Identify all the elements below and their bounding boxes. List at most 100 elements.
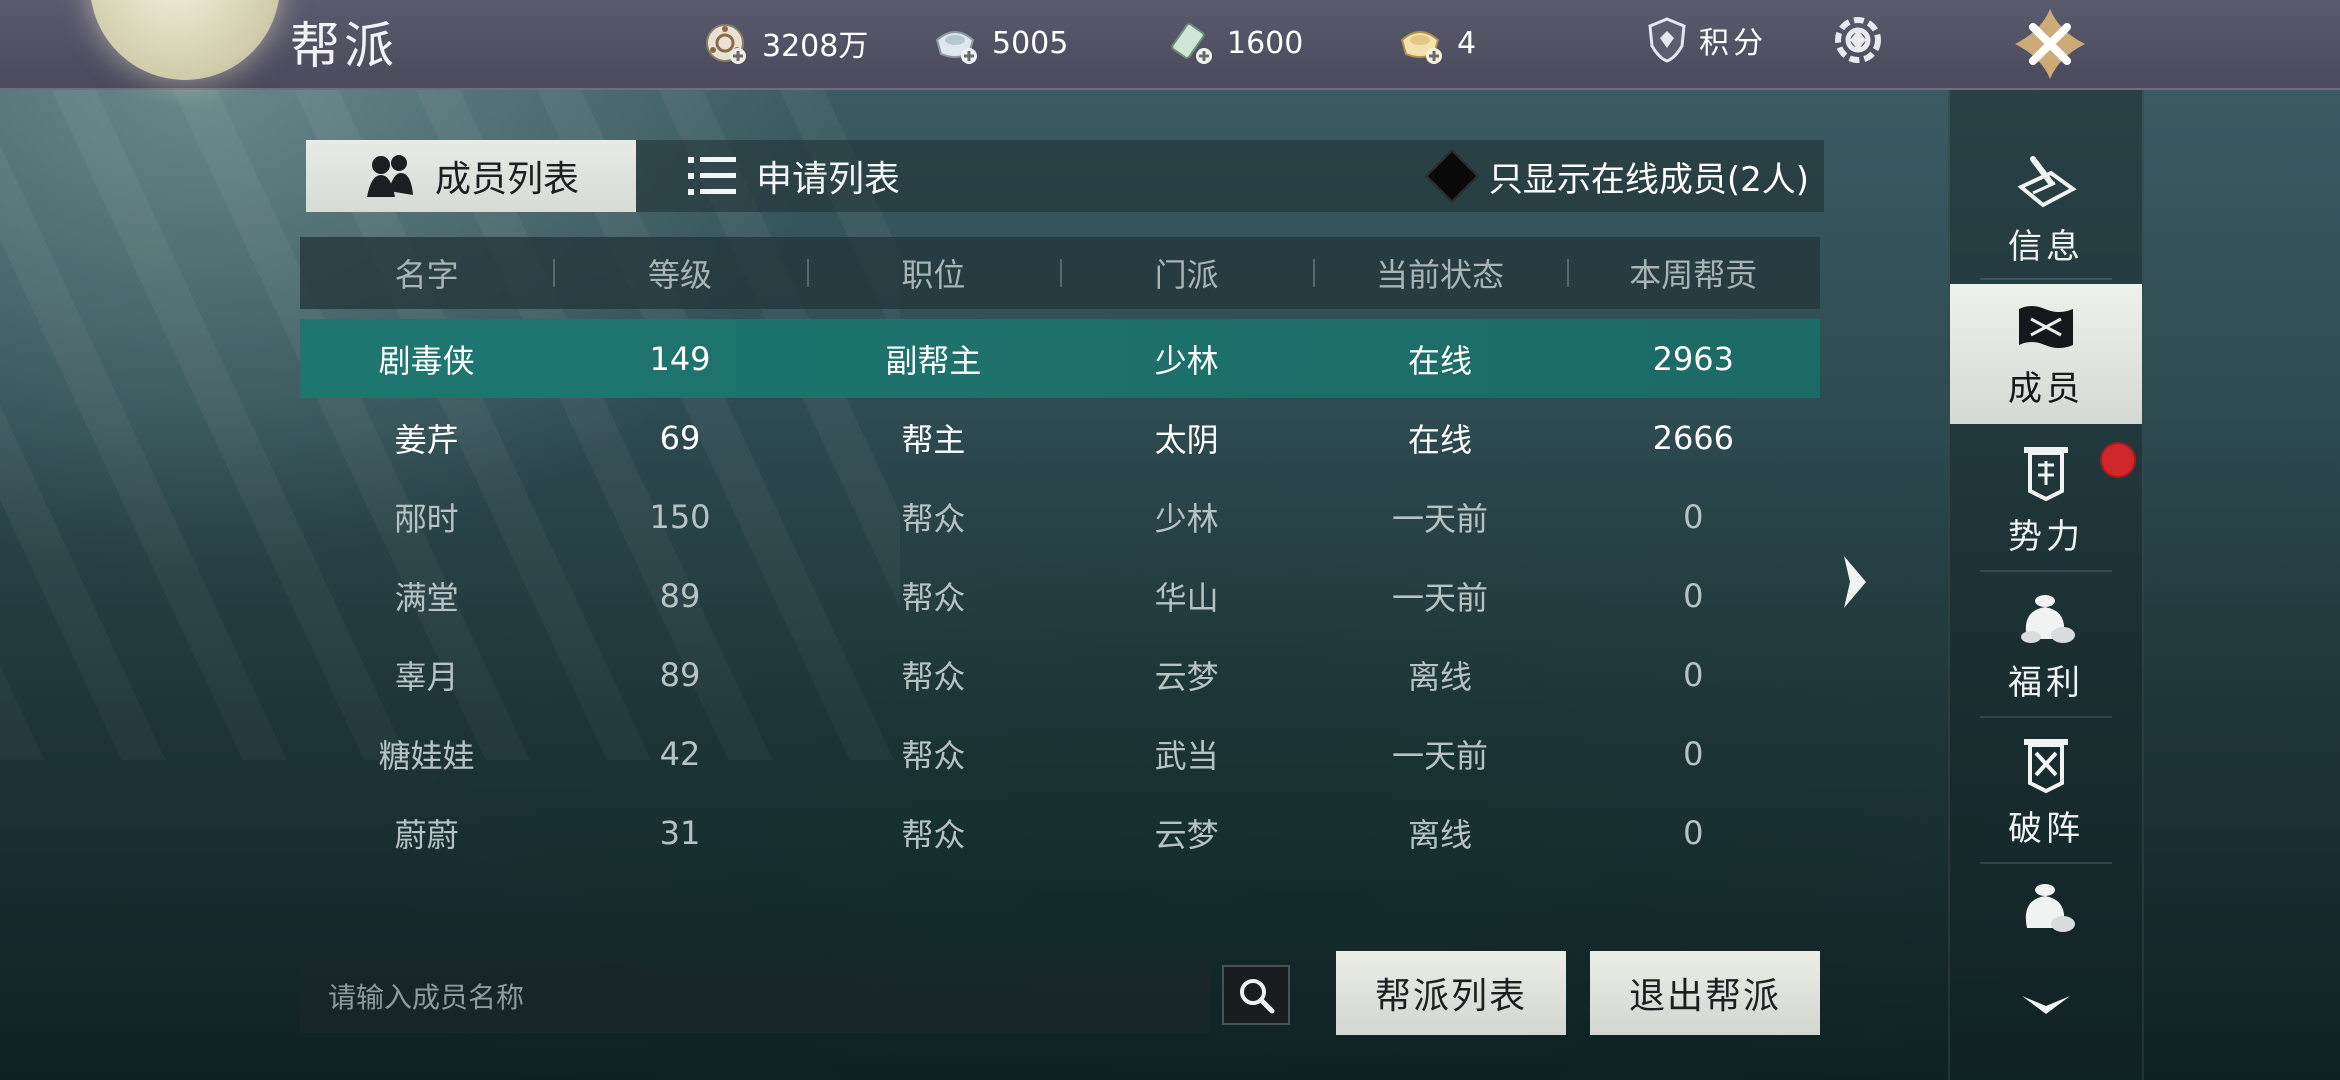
cell-sect: 少林	[1154, 499, 1219, 538]
money-bag-icon	[2021, 594, 2075, 643]
crossed-swords-icon	[2024, 738, 2068, 793]
page-title: 帮派	[290, 17, 398, 75]
cell-contribution: 0	[1683, 497, 1704, 536]
cell-role: 副帮主	[885, 341, 982, 380]
sidebar-item-welfare[interactable]: 福利	[1950, 576, 2142, 716]
cell-role: 帮众	[901, 736, 966, 775]
cell-status: 一天前	[1391, 736, 1488, 775]
tab-member-list[interactable]: 成员列表	[306, 140, 636, 212]
resource-jade[interactable]: 1600	[1165, 18, 1303, 68]
cell-contribution: 0	[1683, 734, 1704, 773]
cell-level: 89	[659, 576, 701, 615]
chevron-right-icon	[1844, 556, 1866, 608]
search-button[interactable]	[1222, 965, 1290, 1025]
member-search-box	[300, 961, 1210, 1033]
tab-member-list-label: 成员列表	[434, 159, 579, 200]
table-row[interactable]: 邴时 150 帮众 少林 一天前 0	[300, 477, 1820, 556]
coin-reel-icon	[700, 18, 750, 68]
checkbox-diamond-icon	[1424, 149, 1479, 203]
member-search-input[interactable]	[326, 979, 1190, 1015]
scroll-pen-icon	[2017, 155, 2077, 207]
next-page-arrow[interactable]	[1840, 552, 1870, 612]
sidebar-item-label: 成员	[2008, 368, 2084, 409]
sidebar-item-members[interactable]: 成员	[1950, 284, 2142, 424]
resource-gold-value: 4	[1457, 25, 1477, 61]
cell-level: 150	[649, 497, 711, 536]
tab-bar: 成员列表 申请列表 只显示在线成员(2人)	[306, 140, 1824, 212]
cell-name: 辜月	[394, 657, 459, 696]
cell-contribution: 0	[1683, 576, 1704, 615]
col-header-name[interactable]: 名字	[300, 237, 553, 309]
settings-gear-button[interactable]	[1828, 10, 1888, 70]
search-icon	[1240, 979, 1275, 1014]
cell-sect: 云梦	[1154, 657, 1219, 696]
cell-name: 蔚蔚	[394, 815, 459, 854]
table-row[interactable]: 姜芹 69 帮主 太阴 在线 2666	[300, 398, 1820, 477]
col-header-contribution[interactable]: 本周帮贡	[1566, 237, 1820, 309]
col-header-level[interactable]: 等级	[553, 237, 806, 309]
close-icon	[2015, 9, 2085, 79]
money-bag-icon	[2025, 884, 2075, 932]
gear-icon	[1835, 17, 1881, 63]
cell-contribution: 0	[1683, 813, 1704, 852]
right-sidebar: 信息 成员 势力 福利 破阵	[1948, 90, 2144, 1080]
notification-badge	[2100, 442, 2136, 478]
faction-banner-icon	[2024, 446, 2068, 501]
cell-role: 帮众	[901, 499, 966, 538]
table-row[interactable]: 糖娃娃 42 帮众 武当 一天前 0	[300, 714, 1820, 793]
cell-sect: 华山	[1154, 578, 1219, 617]
col-header-role[interactable]: 职位	[806, 237, 1060, 309]
scroll-down-chevron[interactable]	[2018, 990, 2074, 1020]
cell-status: 在线	[1407, 420, 1472, 459]
cell-role: 帮主	[901, 420, 966, 459]
cell-sect: 太阴	[1154, 420, 1219, 459]
cell-role: 帮众	[901, 578, 966, 617]
divider	[1980, 570, 2112, 572]
gold-ingot-icon	[1395, 18, 1445, 68]
cell-name: 满堂	[394, 578, 459, 617]
col-header-sect[interactable]: 门派	[1059, 237, 1313, 309]
online-only-label: 只显示在线成员(2人)	[1488, 159, 1809, 200]
resource-coins-value: 3208万	[762, 29, 869, 64]
table-row[interactable]: 剧毒侠 149 副帮主 少林 在线 2963	[300, 319, 1820, 398]
resource-silver-value: 5005	[992, 25, 1069, 61]
resource-silver[interactable]: 5005	[930, 18, 1068, 68]
resource-jade-value: 1600	[1227, 25, 1304, 61]
sidebar-item-label: 势力	[2008, 516, 2084, 557]
cell-status: 离线	[1407, 815, 1472, 854]
close-button[interactable]	[2000, 0, 2100, 88]
cell-sect: 少林	[1154, 341, 1219, 380]
members-icon	[366, 155, 413, 197]
table-row[interactable]: 满堂 89 帮众 华山 一天前 0	[300, 556, 1820, 635]
cell-status: 在线	[1407, 341, 1472, 380]
sidebar-item-faction[interactable]: 势力	[1950, 430, 2142, 570]
cell-role: 帮众	[901, 815, 966, 854]
cell-contribution: 2666	[1652, 418, 1735, 457]
chevron-down-icon	[2022, 996, 2070, 1014]
resource-gold[interactable]: 4	[1395, 18, 1476, 68]
table-row[interactable]: 蔚蔚 31 帮众 云梦 离线 0	[300, 793, 1820, 872]
guild-list-button[interactable]: 帮派列表	[1336, 951, 1566, 1035]
sidebar-item-partial[interactable]	[1950, 868, 2142, 958]
member-table-body: 剧毒侠 149 副帮主 少林 在线 2963 姜芹 69 帮主 太阴 在线 26…	[300, 319, 1820, 872]
cell-level: 31	[659, 813, 701, 852]
cell-contribution: 0	[1683, 655, 1704, 694]
col-header-status[interactable]: 当前状态	[1313, 237, 1566, 309]
divider	[1980, 278, 2112, 280]
resource-coins[interactable]: 3208万	[700, 18, 868, 68]
leave-guild-button[interactable]: 退出帮派	[1590, 951, 1820, 1035]
cell-level: 89	[659, 655, 701, 694]
divider	[1980, 716, 2112, 718]
cell-sect: 武当	[1154, 736, 1219, 775]
cell-level: 149	[649, 339, 711, 378]
top-bar: 帮派 3208万 5005 1600 4 积分	[0, 0, 2340, 90]
online-only-toggle[interactable]: 只显示在线成员(2人)	[1424, 149, 1809, 203]
sidebar-item-info[interactable]: 信息	[1950, 140, 2142, 280]
sidebar-item-label: 福利	[2008, 662, 2084, 703]
sidebar-item-break-formation[interactable]: 破阵	[1950, 722, 2142, 862]
table-row[interactable]: 辜月 89 帮众 云梦 离线 0	[300, 635, 1820, 714]
tab-application-list[interactable]: 申请列表	[686, 140, 900, 212]
cell-role: 帮众	[901, 657, 966, 696]
points-button[interactable]: 积分	[1645, 16, 1767, 64]
cell-name: 邴时	[394, 499, 459, 538]
